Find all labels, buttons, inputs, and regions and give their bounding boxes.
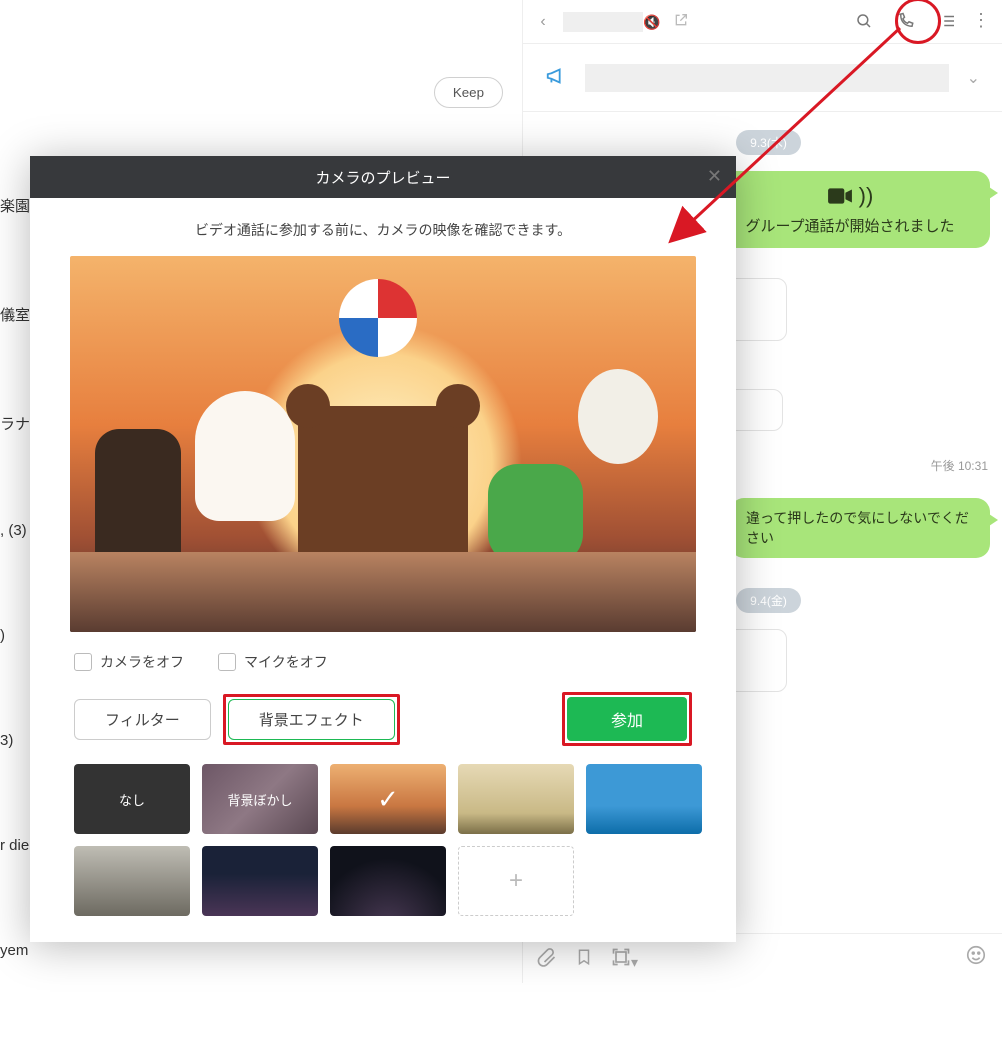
keep-button[interactable]: Keep (434, 77, 503, 108)
effect-label: 背景ぼかし (227, 790, 292, 809)
effect-label: なし (119, 790, 145, 809)
filter-button[interactable]: フィルター (74, 699, 211, 740)
annotation-box: 参加 (562, 692, 692, 746)
effect-selected[interactable]: ✓ (330, 764, 446, 834)
modal-title: カメラのプレビュー (315, 167, 450, 188)
date-separator: 9.3(木) (736, 130, 801, 155)
annotation-circle (895, 0, 941, 44)
checkbox-icon (218, 653, 236, 671)
checkbox-icon (74, 653, 92, 671)
effect-none[interactable]: なし (74, 764, 190, 834)
effect-starry[interactable] (330, 846, 446, 916)
effect-add[interactable]: + (458, 846, 574, 916)
search-icon[interactable] (855, 12, 873, 33)
checkbox-label: カメラをオフ (100, 652, 184, 672)
sidebar-item[interactable]: yem (0, 942, 36, 959)
date-separator: 9.4(金) (736, 588, 801, 613)
list-icon[interactable] (939, 12, 957, 33)
effect-cityscape[interactable] (202, 846, 318, 916)
chevron-down-icon[interactable]: ⌄ (967, 68, 980, 88)
modal-description: ビデオ通話に参加する前に、カメラの映像を確認できます。 (30, 198, 736, 252)
modal-header: カメラのプレビュー ✕ (30, 156, 736, 198)
effect-room[interactable] (458, 764, 574, 834)
modal-button-row: フィルター 背景エフェクト 参加 (30, 684, 736, 760)
join-button[interactable]: 参加 (567, 697, 687, 741)
close-icon[interactable]: ✕ (707, 166, 722, 187)
bubble-text: グループ通話が開始されました (730, 215, 970, 236)
megaphone-icon (545, 65, 567, 90)
capture-icon[interactable]: ▾ (611, 947, 638, 971)
background-effect-button[interactable]: 背景エフェクト (228, 699, 395, 740)
bubble-text: 違って押したので気にしないでください (746, 510, 969, 546)
camera-preview-modal: カメラのプレビュー ✕ ビデオ通話に参加する前に、カメラの映像を確認できます。 … (30, 156, 736, 942)
announcement-redacted (585, 64, 949, 92)
mute-icon: 🔇 (643, 14, 660, 31)
call-started-bubble[interactable]: )) グループ通話が開始されました (710, 171, 990, 248)
effect-beach[interactable] (586, 764, 702, 834)
popout-icon[interactable] (673, 12, 689, 31)
plus-icon: + (509, 867, 523, 895)
effect-blur[interactable]: 背景ぼかし (202, 764, 318, 834)
attach-icon[interactable] (537, 947, 557, 970)
bookmark-icon[interactable] (575, 947, 593, 970)
camera-off-checkbox[interactable]: カメラをオフ (74, 652, 184, 672)
effect-classroom[interactable] (74, 846, 190, 916)
back-icon[interactable]: ‹ (533, 13, 553, 31)
effects-grid: なし 背景ぼかし ✓ + (30, 760, 736, 942)
emoji-icon[interactable] (965, 944, 987, 969)
toggle-row: カメラをオフ マイクをオフ (30, 646, 736, 684)
more-icon[interactable]: ⋮ (972, 10, 990, 31)
chat-bubble-self: 違って押したので気にしないでください (730, 498, 990, 558)
chat-header: ‹ 🔇 ⋮ (523, 0, 1002, 44)
video-icon: )) (827, 183, 874, 209)
checkbox-label: マイクをオフ (244, 652, 328, 672)
chat-title-redacted (563, 12, 643, 32)
announcement-bar[interactable]: ⌄ (523, 44, 1002, 112)
annotation-box: 背景エフェクト (223, 694, 400, 745)
camera-preview (70, 256, 696, 632)
check-icon: ✓ (377, 784, 399, 815)
mic-off-checkbox[interactable]: マイクをオフ (218, 652, 328, 672)
